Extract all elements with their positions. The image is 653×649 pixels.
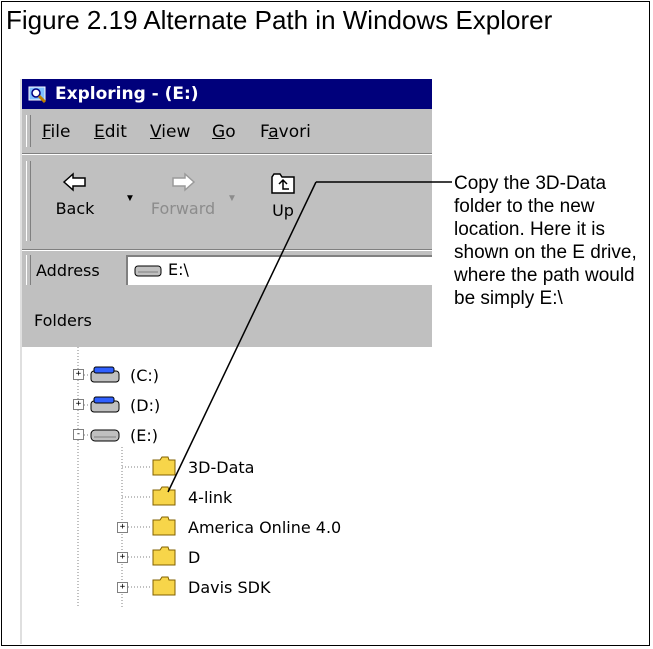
callout-text: Copy the 3D-Data folder to the new locat… bbox=[454, 173, 637, 309]
callout-leader-line bbox=[167, 181, 452, 493]
